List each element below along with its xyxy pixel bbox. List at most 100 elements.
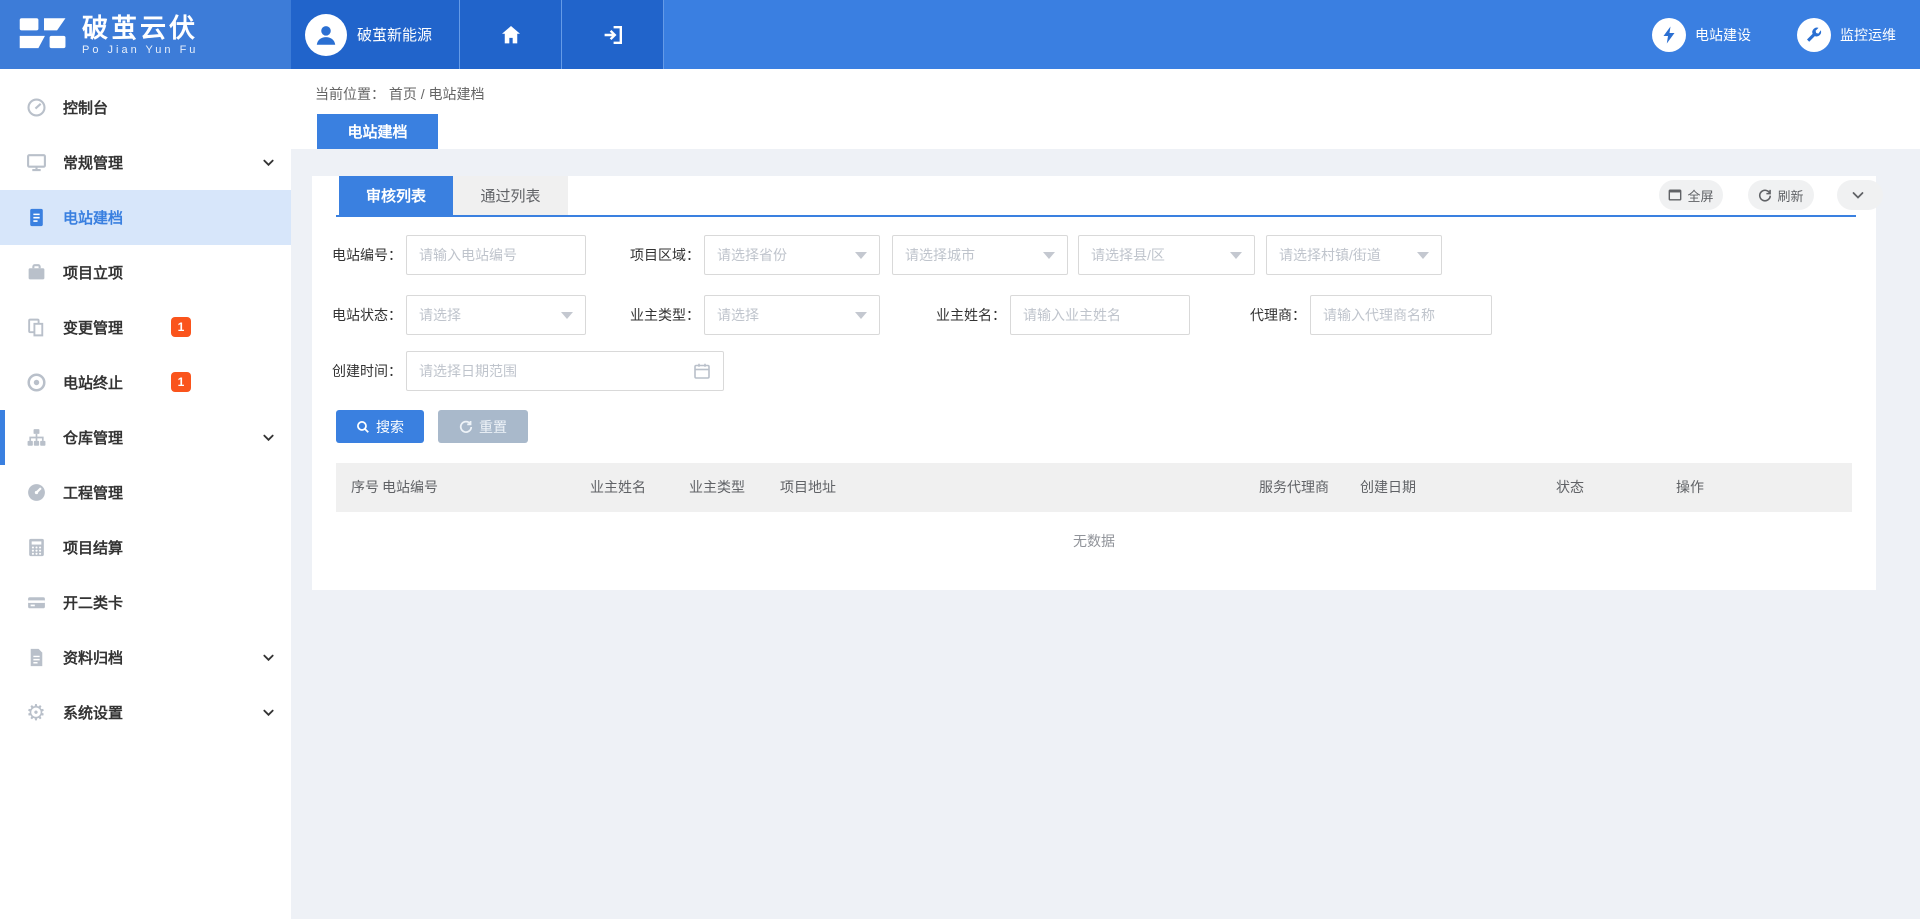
sidebar-item-change-mgmt[interactable]: 变更管理 1: [0, 300, 291, 355]
create-time-label: 创建时间：: [330, 351, 402, 391]
page-tab-station-archive[interactable]: 电站建档: [317, 114, 438, 149]
agent-label: 代理商：: [1242, 295, 1306, 335]
owner-name-input[interactable]: [1011, 296, 1189, 334]
sidebar-item-label: 仓库管理: [63, 427, 123, 448]
station-build-nav[interactable]: 电站建设: [1652, 18, 1751, 52]
owner-name-input-wrap: [1010, 295, 1190, 335]
active-indicator: [0, 410, 5, 465]
gauge-icon: [25, 97, 47, 119]
breadcrumb-bar: 当前位置： 首页 / 电站建档 电站建档: [291, 69, 1920, 149]
sidebar-item-project-settlement[interactable]: 项目结算: [0, 520, 291, 575]
content-panel: 审核列表 通过列表 全屏 刷新 电站编号： 项目区域： 请选择省份 请选择城市: [312, 176, 1876, 590]
station-code-input[interactable]: [407, 236, 585, 274]
search-label: 搜索: [376, 417, 404, 437]
province-placeholder: 请选择省份: [717, 245, 855, 265]
sidebar-item-label: 电站建档: [63, 207, 123, 228]
monitor-icon: [25, 152, 47, 174]
logout-button[interactable]: [562, 0, 663, 69]
home-button[interactable]: [460, 0, 561, 69]
owner-type-label: 业主类型：: [628, 295, 700, 335]
lightning-icon: [1652, 18, 1686, 52]
col-owner-name: 业主姓名: [590, 463, 646, 512]
sidebar-item-label: 常规管理: [63, 152, 123, 173]
sidebar-item-label: 变更管理: [63, 317, 123, 338]
calculator-icon: [25, 537, 47, 559]
sidebar-item-station-termination[interactable]: 电站终止 1: [0, 355, 291, 410]
county-placeholder: 请选择县/区: [1091, 245, 1230, 265]
fullscreen-label: 全屏: [1687, 186, 1713, 205]
owner-name-label: 业主姓名：: [934, 295, 1006, 335]
agent-input-wrap: [1310, 295, 1492, 335]
station-build-label: 电站建设: [1695, 25, 1751, 45]
breadcrumb-path: 首页 / 电站建档: [389, 86, 485, 102]
col-service-agent: 服务代理商: [1259, 463, 1329, 512]
document-icon: [25, 207, 47, 229]
date-range-input[interactable]: [407, 352, 723, 390]
dashboard-icon: [25, 482, 47, 504]
caret-down-icon: [1043, 252, 1055, 259]
notification-badge: 1: [171, 317, 191, 337]
logo-icon: [16, 10, 72, 60]
sidebar-item-label: 电站终止: [63, 372, 123, 393]
briefcase-icon: [25, 262, 47, 284]
col-owner-type: 业主类型: [689, 463, 745, 512]
monitor-ops-nav[interactable]: 监控运维: [1797, 18, 1896, 52]
refresh-button[interactable]: 刷新: [1748, 180, 1814, 210]
sitemap-icon: [25, 427, 47, 449]
monitor-ops-label: 监控运维: [1840, 25, 1896, 45]
county-select[interactable]: 请选择县/区: [1078, 235, 1255, 275]
fullscreen-button[interactable]: 全屏: [1659, 180, 1723, 210]
header-actions: 电站建设 监控运维: [1606, 0, 1920, 69]
sidebar-item-project-initiation[interactable]: 项目立项: [0, 245, 291, 300]
sidebar-item-system-settings[interactable]: ⚙ 系统设置: [0, 685, 291, 740]
station-status-select[interactable]: 请选择: [406, 295, 586, 335]
sidebar-item-engineering-mgmt[interactable]: 工程管理: [0, 465, 291, 520]
sidebar-item-station-archive[interactable]: 电站建档: [0, 190, 291, 245]
fullscreen-icon: [1668, 188, 1682, 202]
sidebar-item-label: 控制台: [63, 97, 108, 118]
search-button[interactable]: 搜索: [336, 410, 424, 443]
sign-out-icon: [601, 23, 625, 47]
reset-button[interactable]: 重置: [438, 410, 528, 443]
sidebar-item-warehouse-mgmt[interactable]: 仓库管理: [0, 410, 291, 465]
refresh-label: 刷新: [1777, 186, 1803, 205]
town-placeholder: 请选择村镇/街道: [1279, 245, 1417, 265]
sidebar: 控制台 常规管理 电站建档 项目立项 变更管理 1 电站终止 1: [0, 69, 291, 919]
logo-subtitle: Po Jian Yun Fu: [82, 44, 198, 56]
chevron-down-icon: [262, 651, 275, 669]
copy-pages-icon: [25, 317, 47, 339]
chevron-down-icon: [262, 431, 275, 449]
province-select[interactable]: 请选择省份: [704, 235, 880, 275]
station-code-input-wrap: [406, 235, 586, 275]
chevron-down-icon: [1851, 188, 1865, 202]
notification-badge: 1: [171, 372, 191, 392]
search-icon: [356, 420, 370, 434]
company-name: 破茧新能源: [357, 24, 432, 45]
empty-state: 无数据: [312, 531, 1876, 551]
owner-type-select[interactable]: 请选择: [704, 295, 880, 335]
col-seq: 序号: [351, 463, 379, 512]
col-station-code: 电站编号: [382, 463, 438, 512]
logo: 破茧云伏 Po Jian Yun Fu: [0, 0, 291, 69]
sidebar-item-data-archive[interactable]: 资料归档: [0, 630, 291, 685]
header-spacer: [664, 0, 1606, 69]
owner-type-placeholder: 请选择: [717, 305, 855, 325]
home-icon: [499, 23, 523, 47]
tab-passed-list[interactable]: 通过列表: [453, 176, 568, 215]
sidebar-item-label: 资料归档: [63, 647, 123, 668]
gear-icon: ⚙: [25, 702, 47, 724]
tab-underline: [336, 215, 1856, 217]
tab-review-list[interactable]: 审核列表: [339, 176, 453, 215]
main-content: 当前位置： 首页 / 电站建档 电站建档 审核列表 通过列表 全屏 刷新 电站编…: [291, 69, 1920, 919]
sidebar-item-open-card[interactable]: 开二类卡: [0, 575, 291, 630]
user-menu[interactable]: 破茧新能源: [291, 0, 459, 69]
sidebar-item-general-mgmt[interactable]: 常规管理: [0, 135, 291, 190]
col-status: 状态: [1556, 463, 1584, 512]
caret-down-icon: [1230, 252, 1242, 259]
town-select[interactable]: 请选择村镇/街道: [1266, 235, 1442, 275]
city-select[interactable]: 请选择城市: [892, 235, 1068, 275]
sidebar-item-console[interactable]: 控制台: [0, 80, 291, 135]
caret-down-icon: [855, 252, 867, 259]
agent-input[interactable]: [1311, 296, 1491, 334]
collapse-button[interactable]: [1837, 180, 1883, 210]
